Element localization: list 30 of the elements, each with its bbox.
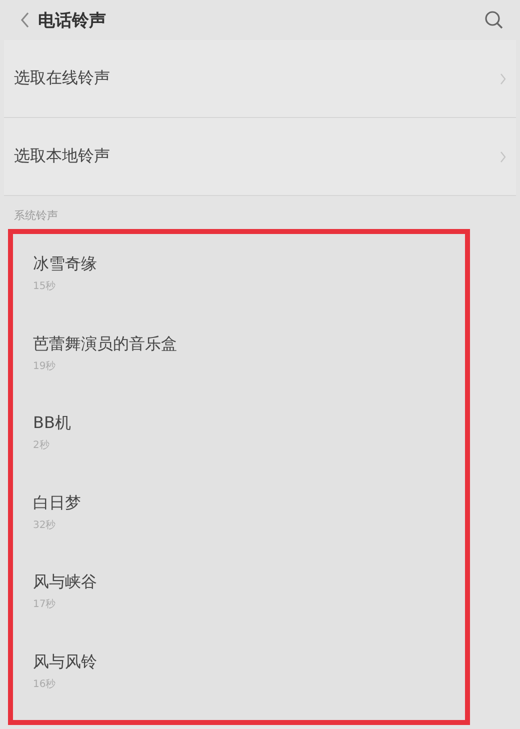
option-row[interactable]: 选取在线铃声: [4, 40, 516, 118]
ringtone-name: 冰雪奇缘: [33, 254, 97, 276]
ringtone-duration: 32秒: [33, 518, 56, 532]
ringtone-item[interactable]: 芭蕾舞演员的音乐盒 19秒: [13, 314, 465, 393]
back-button[interactable]: [20, 12, 30, 28]
ringtone-name: 风与风铃: [33, 652, 97, 673]
ringtone-duration: 19秒: [33, 360, 56, 373]
ringtone-duration: 15秒: [33, 280, 56, 294]
ringtone-item[interactable]: 风与峡谷 17秒: [13, 552, 465, 632]
ringtone-name: 芭蕾舞演员的音乐盒: [33, 334, 177, 355]
option-row[interactable]: 选取本地铃声: [4, 118, 516, 196]
ringtone-name: 风与峡谷: [33, 572, 97, 594]
chevron-icon: [500, 150, 506, 162]
ringtone-item[interactable]: 白日梦 32秒: [13, 472, 465, 552]
ringtone-item[interactable]: 风与风铃 16秒: [13, 632, 465, 711]
ringtone-duration: 2秒: [33, 438, 50, 452]
option-label: 选取在线铃声: [14, 68, 110, 89]
section-label: 系统铃声: [13, 208, 59, 224]
back-icon: [20, 12, 30, 28]
chevron-icon: [500, 72, 506, 84]
ringtone-duration: 17秒: [33, 598, 56, 612]
search-icon: [484, 10, 504, 30]
ringtone-duration: 16秒: [33, 678, 56, 691]
search-button[interactable]: [484, 10, 504, 30]
ringtone-name: BB机: [33, 413, 71, 434]
option-label: 选取本地铃声: [14, 146, 110, 167]
ringtone-item[interactable]: BB机 2秒: [13, 393, 465, 472]
page-title: 电话铃声: [38, 10, 107, 32]
ringtone-name: 白日梦: [33, 492, 81, 514]
ringtone-item[interactable]: 冰雪奇缘 15秒: [13, 234, 465, 314]
